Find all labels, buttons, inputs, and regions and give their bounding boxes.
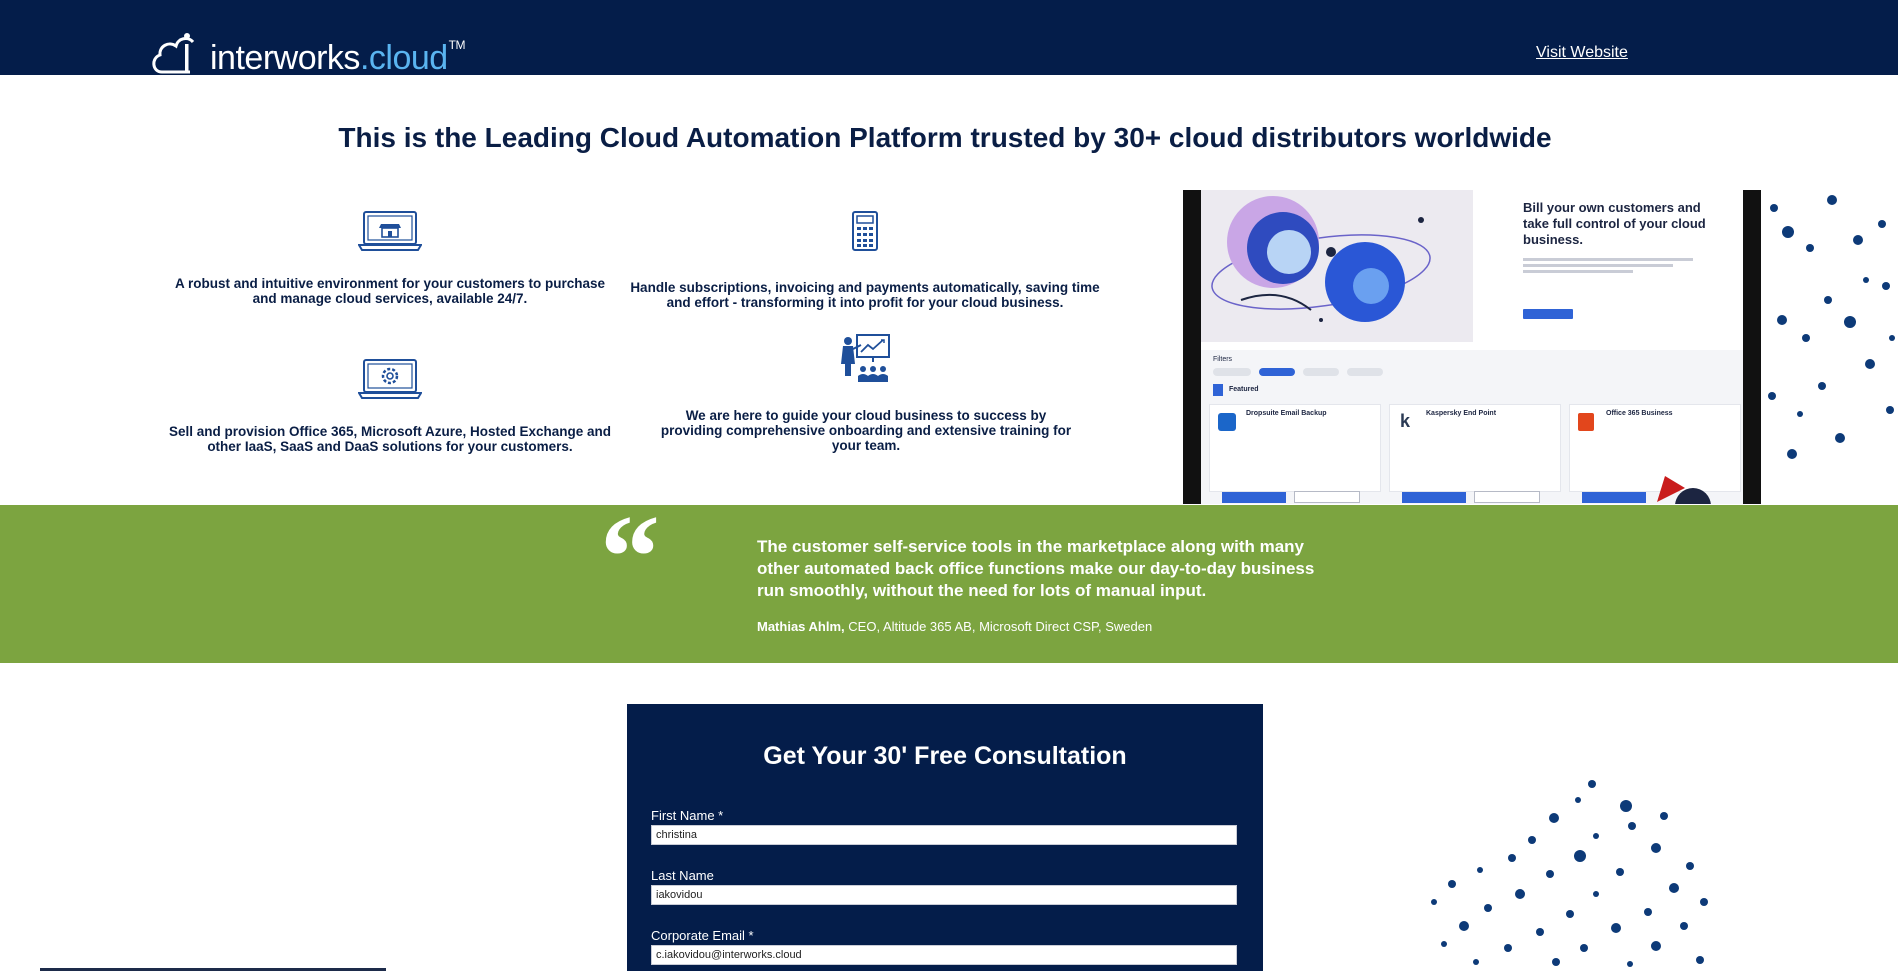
mockup-start-button [1523,309,1573,319]
featured-label: Featured [1229,386,1259,393]
logo-wordmark: interworks.cloudTM [210,38,466,77]
calculator-icon [852,211,878,251]
last-name-label: Last Name [651,868,714,883]
marketplace-screenshot: Bill your own customers and take full co… [1183,190,1761,504]
filter-chip [1347,368,1383,376]
product-card-button-secondary [1294,491,1360,503]
page-headline: This is the Leading Cloud Automation Pla… [338,122,1552,153]
feature-marketplace-text: A robust and intuitive environment for y… [174,276,606,306]
top-header: interworks.cloudTM Visit Website [0,0,1898,75]
chat-widget-icon [1657,476,1711,504]
product-card-button-secondary [1474,491,1540,503]
corporate-email-field[interactable]: c.iakovidou@interworks.cloud [651,945,1237,965]
feature-provisioning-text: Sell and provision Office 365, Microsoft… [168,424,612,454]
feature-onboarding-text: We are here to guide your cloud business… [660,408,1072,453]
interworks-logo[interactable]: interworks.cloudTM [150,24,466,77]
product-card-button [1582,492,1646,503]
decorative-stars-bottom [1431,780,1708,967]
product-card-name: Dropsuite Email Backup [1246,410,1327,417]
form-title: Get Your 30' Free Consultation [763,742,1127,770]
product-card-button [1222,492,1286,503]
product-card: Dropsuite Email Backup [1209,404,1381,503]
quote-mark-icon: “ [600,490,660,623]
feature-billing-text: Handle subscriptions, invoicing and paym… [630,280,1100,310]
office-logo-icon [1578,413,1594,431]
product-card-name: Office 365 Business [1606,410,1673,417]
kaspersky-logo-icon: k [1400,411,1411,431]
filter-chip [1213,368,1251,376]
first-name-label: First Name * [651,808,724,823]
testimonial-author: Mathias Ahlm, CEO, Altitude 365 AB, Micr… [757,619,1153,634]
mockup-title: Bill your own customers and take full co… [1523,200,1706,247]
gear-laptop-icon [358,359,422,399]
cloud-logo-icon [152,33,195,74]
filter-chip-active [1259,368,1295,376]
hero-illustration [1201,190,1473,342]
corporate-email-label: Corporate Email * [651,928,754,943]
visit-website-link[interactable]: Visit Website [1536,44,1628,62]
last-name-field[interactable]: iakovidou [651,885,1237,905]
dropsuite-logo-icon [1218,413,1236,431]
storefront-laptop-icon [358,211,422,251]
bookmark-icon [1213,384,1223,396]
presenter-training-icon [841,334,890,382]
product-card-button [1402,492,1466,503]
mockup-subtitle-lines [1523,258,1703,278]
product-card-name: Kaspersky End Point [1426,410,1497,417]
filters-label: Filters [1213,356,1233,363]
filter-chip [1303,368,1339,376]
testimonial-quote: The customer self-service tools in the m… [757,537,1315,600]
decorative-stars-top [1768,195,1895,459]
consultation-form: Get Your 30' Free Consultation First Nam… [627,704,1263,971]
product-card: k Kaspersky End Point [1389,404,1561,503]
first-name-field[interactable]: christina [651,825,1237,845]
